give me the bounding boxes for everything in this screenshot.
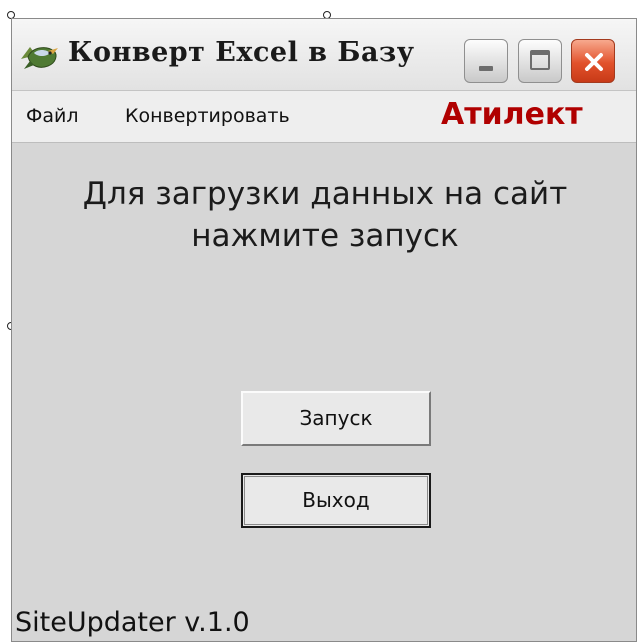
close-icon xyxy=(585,53,603,71)
start-button[interactable]: Запуск xyxy=(241,391,431,446)
menu-item-convert[interactable]: Конвертировать xyxy=(125,105,290,127)
close-button[interactable] xyxy=(571,39,615,83)
minimize-button[interactable] xyxy=(464,39,508,83)
screenshot-canvas: Конверт Excel в Базу Файл Конвертировать… xyxy=(0,0,637,642)
app-window: Конверт Excel в Базу Файл Конвертировать… xyxy=(11,18,637,642)
window-title: Конверт Excel в Базу xyxy=(68,37,415,68)
maximize-icon xyxy=(530,50,550,70)
brand-label: Атилект xyxy=(441,97,583,132)
maximize-button[interactable] xyxy=(518,39,562,83)
bird-app-icon xyxy=(21,47,58,69)
menu-bar: Файл Конвертировать Атилект xyxy=(12,91,636,143)
exit-button[interactable]: Выход xyxy=(241,473,431,528)
instruction-text: Для загрузки данных на сайт нажмите запу… xyxy=(82,176,568,254)
version-label: SiteUpdater v.1.0 xyxy=(15,607,250,638)
minimize-icon xyxy=(479,66,493,71)
title-bar[interactable]: Конверт Excel в Базу xyxy=(12,19,636,91)
main-panel: Для загрузки данных на сайт нажмите запу… xyxy=(12,143,636,641)
menu-item-file[interactable]: Файл xyxy=(26,105,79,127)
